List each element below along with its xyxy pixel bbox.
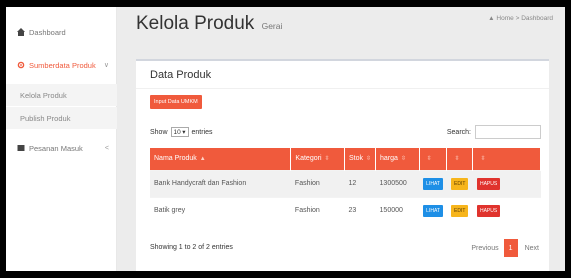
divider — [136, 88, 549, 89]
cell-nama-produk: Batik grey — [150, 196, 291, 224]
sidebar-subitem-label: Publish Produk — [20, 113, 71, 123]
main-content: Kelola Produk Gerai ▲ Home > Dashboard D… — [117, 7, 565, 271]
search-label: Search: — [446, 128, 471, 136]
cell-nama-produk: Bank Handycraft dan Fashion — [150, 169, 291, 197]
column-header-label: harga — [380, 155, 398, 163]
lihat-button[interactable]: LIHAT — [423, 204, 443, 217]
breadcrumb: ▲ Home > Dashboard — [488, 15, 553, 22]
column-header-kategori[interactable]: Kategori ⇳ — [290, 148, 345, 170]
cell-hapus: HAPUS — [472, 169, 541, 197]
home-icon: ▲ — [488, 15, 495, 22]
sidebar: Dashboard Sumberdata Produk ∨ Kelola Pro… — [6, 7, 117, 271]
cell-stok: 23 — [344, 196, 376, 224]
column-header-lihat[interactable]: ⇳ — [419, 148, 448, 170]
chevron-down-icon: ▾ — [182, 129, 186, 136]
column-header-harga[interactable]: harga ⇳ — [375, 148, 420, 170]
cell-edit: EDIT — [446, 169, 473, 197]
pagination-next[interactable]: Next — [525, 245, 539, 252]
column-header-label: Stok — [348, 155, 363, 163]
data-produk-box: Data Produk Input Data UMKM Show 10 ▾ en… — [136, 59, 549, 271]
column-header-hapus[interactable]: ⇳ — [472, 148, 541, 170]
breadcrumb-home[interactable]: Home — [496, 15, 513, 22]
edit-button[interactable]: EDIT — [450, 204, 469, 217]
sort-icon: ⇳ — [324, 156, 330, 163]
table-row: Batik grey Fashion 23 150000 LIHAT EDIT … — [150, 196, 541, 224]
sidebar-subitem-label: Kelola Produk — [20, 90, 67, 100]
cell-edit: EDIT — [446, 196, 473, 224]
column-header-edit[interactable]: ⇳ — [446, 148, 474, 170]
cell-kategori: Fashion — [290, 196, 345, 224]
pagination-previous[interactable]: Previous — [471, 245, 498, 252]
sidebar-item-pesanan-masuk[interactable]: Pesanan Masuk < — [6, 137, 117, 159]
entries-label: entries — [191, 128, 213, 136]
page-title: Kelola Produk Gerai — [136, 13, 282, 35]
column-header-label: Kategori — [295, 155, 322, 163]
sidebar-item-label: Sumberdata Produk — [29, 60, 96, 70]
sidebar-item-sumberdata-produk[interactable]: Sumberdata Produk ∨ — [6, 54, 117, 76]
sidebar-subitem-kelola-produk[interactable]: Kelola Produk — [6, 84, 117, 106]
input-data-umkm-button[interactable]: Input Data UMKM — [150, 95, 202, 109]
hapus-button[interactable]: HAPUS — [476, 177, 501, 190]
cell-harga: 1300500 — [375, 169, 420, 197]
sort-icon: ⇳ — [480, 156, 486, 163]
sidebar-item-dashboard[interactable]: Dashboard — [6, 21, 117, 43]
entries-length-control: Show 10 ▾ entries — [150, 127, 213, 137]
app-window: Dashboard Sumberdata Produk ∨ Kelola Pro… — [6, 7, 565, 271]
sort-icon: ⇳ — [366, 156, 372, 163]
page-subtitle: Gerai — [261, 21, 283, 31]
column-header-label: Nama Produk — [154, 155, 197, 163]
sidebar-item-label: Dashboard — [29, 27, 66, 37]
book-icon — [16, 144, 25, 153]
lihat-button[interactable]: LIHAT — [423, 177, 443, 190]
cell-harga: 150000 — [375, 196, 420, 224]
pagination-page-1[interactable]: 1 — [503, 239, 518, 257]
hapus-button[interactable]: HAPUS — [476, 204, 501, 217]
cell-kategori: Fashion — [290, 169, 345, 197]
box-title: Data Produk — [150, 69, 212, 81]
gear-icon — [16, 61, 25, 70]
chevron-down-icon: ∨ — [103, 62, 109, 69]
column-header-nama-produk[interactable]: Nama Produk ▲ — [150, 148, 292, 170]
search-control: Search: — [447, 125, 541, 139]
table-info: Showing 1 to 2 of 2 entries — [150, 244, 233, 251]
dashboard-icon — [16, 28, 25, 37]
produk-table: Nama Produk ▲ Kategori ⇳ Stok ⇳ harga ⇳ ⇳ ⇳ … — [150, 148, 541, 224]
table-header-row: Nama Produk ▲ Kategori ⇳ Stok ⇳ harga ⇳ ⇳ ⇳ … — [150, 148, 541, 170]
cell-hapus: HAPUS — [472, 196, 541, 224]
sidebar-item-label: Pesanan Masuk — [29, 143, 83, 153]
sort-icon: ⇳ — [400, 156, 406, 163]
entries-select[interactable]: 10 ▾ — [170, 127, 189, 137]
column-header-stok[interactable]: Stok ⇳ — [344, 148, 377, 170]
breadcrumb-current: Dashboard — [521, 15, 553, 22]
chevron-left-icon: < — [104, 144, 109, 152]
edit-button[interactable]: EDIT — [450, 177, 469, 190]
entries-select-value: 10 — [173, 128, 181, 136]
show-label: Show — [150, 128, 168, 136]
sort-icon: ⇳ — [454, 156, 460, 163]
cell-lihat: LIHAT — [419, 196, 447, 224]
table-row: Bank Handycraft dan Fashion Fashion 12 1… — [150, 169, 541, 197]
sort-icon: ⇳ — [426, 156, 432, 163]
breadcrumb-separator: > — [515, 15, 520, 22]
search-input[interactable] — [475, 125, 541, 139]
cell-stok: 12 — [344, 169, 376, 197]
sidebar-subitem-publish-produk[interactable]: Publish Produk — [6, 107, 117, 129]
pagination: Previous 1 Next — [471, 239, 539, 257]
sort-asc-icon: ▲ — [199, 156, 206, 163]
page-title-text: Kelola Produk — [136, 13, 255, 34]
cell-lihat: LIHAT — [419, 169, 447, 197]
